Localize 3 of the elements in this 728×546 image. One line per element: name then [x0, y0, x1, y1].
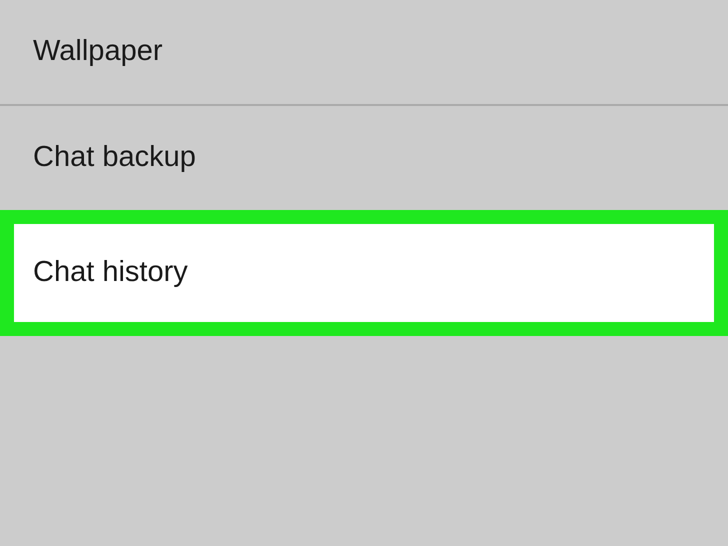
- settings-item[interactable]: Chat backup: [0, 106, 728, 210]
- settings-item[interactable]: Wallpaper: [0, 0, 728, 104]
- settings-item[interactable]: Chat history: [0, 210, 728, 336]
